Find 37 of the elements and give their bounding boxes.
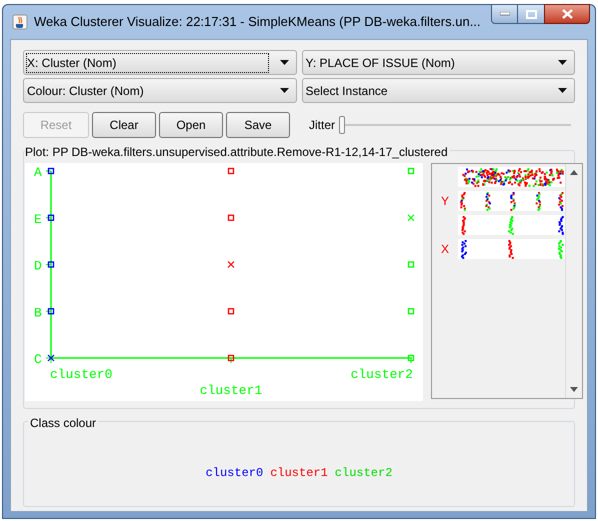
- java-cup-icon: [12, 14, 28, 30]
- button[interactable]: Open: [159, 112, 223, 138]
- legend-label: cluster2: [334, 465, 392, 482]
- slider-thumb[interactable]: [339, 116, 346, 134]
- scroll-up-icon[interactable]: [570, 170, 578, 175]
- close-icon: [562, 9, 572, 19]
- legend-label: cluster1: [270, 465, 328, 482]
- jitter-label: Jitter: [309, 117, 336, 134]
- legend-label: cluster0: [206, 465, 264, 482]
- maximize-button[interactable]: [518, 4, 544, 24]
- dropdown[interactable]: X: Cluster (Nom): [23, 50, 296, 75]
- jitter-slider[interactable]: [339, 116, 571, 134]
- matrix-axis-label: Y: [440, 193, 450, 210]
- y-tick-label: C: [34, 352, 42, 367]
- y-tick-label: A: [34, 165, 42, 180]
- y-tick-label: D: [34, 258, 42, 274]
- button[interactable]: Clear: [92, 112, 156, 138]
- matrix-axis-label: X: [440, 241, 450, 258]
- maximize-icon: [526, 10, 536, 18]
- x-tick-label: cluster0: [50, 367, 112, 382]
- dropdown[interactable]: Y: PLACE OF ISSUE (Nom): [302, 50, 575, 75]
- close-button[interactable]: [544, 4, 590, 24]
- minimize-icon: [500, 12, 510, 16]
- dropdown-arrow-icon: [280, 60, 288, 65]
- dropdown-arrow-icon: [280, 88, 288, 93]
- scroll-down-icon[interactable]: [570, 387, 578, 392]
- dropdown[interactable]: Select Instance: [302, 78, 575, 103]
- minimize-button[interactable]: [491, 4, 518, 24]
- dropdown[interactable]: Colour: Cluster (Nom): [23, 78, 296, 103]
- x-tick-label: cluster2: [350, 367, 413, 382]
- x-tick-label: cluster1: [200, 383, 262, 398]
- button[interactable]: Save: [226, 112, 290, 138]
- y-tick-label: E: [34, 212, 42, 227]
- dropdown-arrow-icon: [558, 88, 567, 93]
- y-tick-label: B: [34, 305, 42, 320]
- dropdown-arrow-icon: [558, 60, 567, 65]
- window-title: Weka Clusterer Visualize: 22:17:31 - SimpleKMeans (PP DB-weka.filters.un...: [34, 13, 481, 32]
